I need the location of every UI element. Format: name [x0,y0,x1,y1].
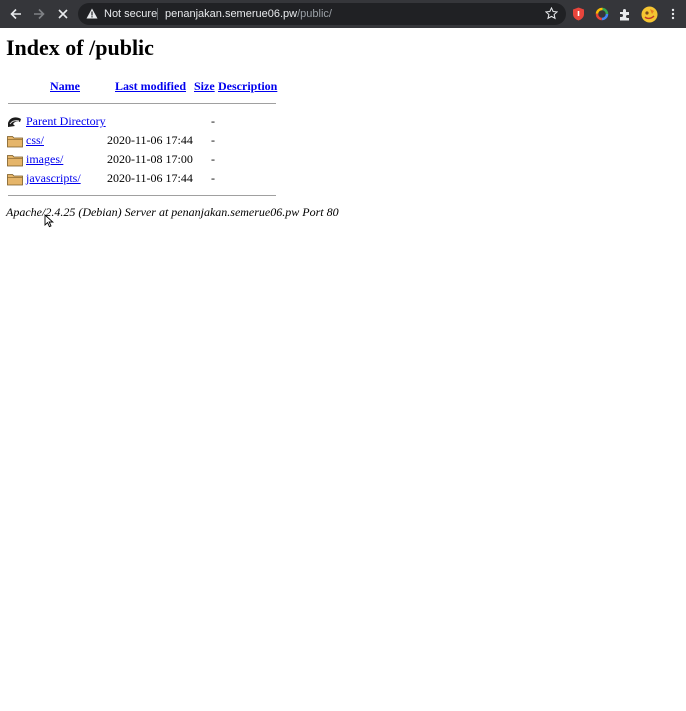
back-icon [10,8,21,20]
file-size: - [211,133,215,147]
directory-link-css[interactable]: css/ [26,133,44,147]
browser-toolbar: Not secure penanjakan.semerue06.pw/publi… [0,0,686,28]
page-title: Index of /public [6,35,154,60]
star-icon[interactable] [545,7,558,20]
extension-red-button[interactable] [569,5,587,23]
list-item: css/ 2020-11-06 17:44 - [0,132,400,151]
last-modified: 2020-11-08 17:00 [107,152,193,166]
profile-avatar [641,6,657,22]
extension-circle-icon [595,7,609,21]
omnibox-divider [157,8,158,20]
folder-icon [7,174,23,186]
column-header-size[interactable]: Size [194,79,215,93]
forward-button[interactable] [28,3,50,25]
header-divider [8,103,276,104]
column-header-name[interactable]: Name [50,79,80,93]
back-button[interactable] [5,3,27,25]
stop-button[interactable] [52,3,74,25]
profile-button[interactable] [640,5,658,23]
forward-icon [34,8,45,20]
list-item: javascripts/ 2020-11-06 17:44 - [0,170,400,189]
footer-divider [8,195,276,196]
server-signature: Apache/2.4.25 (Debian) Server at penanja… [6,205,339,219]
stop-icon [58,9,68,19]
parent-directory-row: Parent Directory - [0,113,400,132]
kebab-menu-icon [671,8,675,20]
last-modified: 2020-11-06 17:44 [107,171,193,185]
column-header-last-modified[interactable]: Last modified [115,79,186,93]
puzzle-icon [619,8,629,20]
menu-button[interactable] [664,5,682,23]
extension-circle-button[interactable] [593,5,611,23]
security-status[interactable]: Not secure [104,6,157,22]
mouse-cursor-icon [44,214,54,228]
back-arrow-folder-icon [8,117,21,127]
list-item: images/ 2020-11-08 17:00 - [0,151,400,170]
last-modified: 2020-11-06 17:44 [107,133,193,147]
file-size: - [211,171,215,185]
folder-icon [7,136,23,148]
warning-icon [86,8,98,19]
file-size: - [211,152,215,166]
address-bar[interactable]: Not secure penanjakan.semerue06.pw/publi… [78,3,566,25]
url-text[interactable]: penanjakan.semerue06.pw/public/ [165,6,332,22]
directory-listing-page: Index of /public Name Last modified Size… [0,28,686,711]
file-size: - [211,114,215,128]
url-path: /public/ [297,8,332,20]
url-host: penanjakan.semerue06.pw [165,8,298,20]
column-header-description[interactable]: Description [218,79,277,93]
folder-icon [7,155,23,167]
parent-directory-link[interactable]: Parent Directory [26,114,106,128]
directory-link-images[interactable]: images/ [26,152,63,166]
extension-red-icon [572,7,584,21]
directory-link-javascripts[interactable]: javascripts/ [26,171,81,185]
extensions-button[interactable] [616,5,634,23]
